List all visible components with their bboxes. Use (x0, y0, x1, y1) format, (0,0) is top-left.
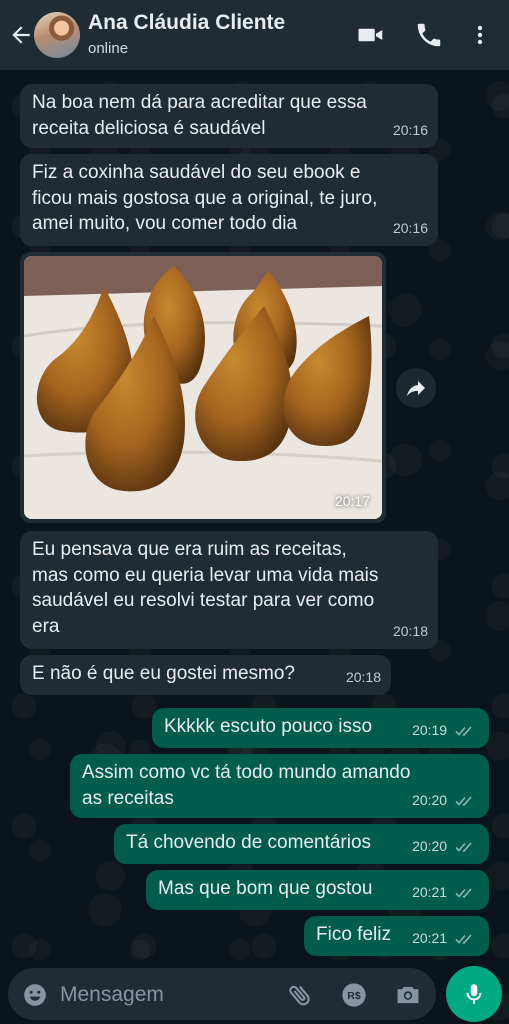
read-receipt-icon (455, 888, 472, 898)
avatar[interactable] (34, 12, 80, 58)
message-bubble-outgoing[interactable]: Assim como vc tá todo mundo amando as re… (70, 754, 489, 818)
message-text: Fiz a coxinha saudável do seu ebook e fi… (32, 162, 378, 234)
camera-icon[interactable] (394, 981, 422, 1009)
message-bubble-incoming[interactable]: E não é que eu gostei mesmo? 20:18 (20, 655, 391, 695)
message-time-status: 20:21 (412, 926, 477, 952)
message-time: 20:20 (412, 791, 448, 808)
contact-name[interactable]: Ana Cláudia Cliente (88, 11, 285, 35)
contact-status: online (88, 40, 129, 57)
message-time: 20:19 (412, 721, 448, 738)
voice-call-icon[interactable] (414, 20, 444, 50)
message-input[interactable] (58, 978, 282, 1012)
message-text: Na boa nem dá para acreditar que essa re… (32, 92, 367, 139)
microphone-icon (466, 984, 482, 1004)
message-composer: R$ (8, 968, 436, 1020)
message-time: 20:18 (345, 668, 381, 685)
image-message[interactable]: 20:17 (20, 252, 386, 523)
read-receipt-icon (455, 726, 472, 736)
forward-button[interactable] (396, 368, 436, 408)
message-time: 20:16 (392, 219, 428, 236)
coxinha-photo[interactable]: 20:17 (24, 256, 382, 519)
message-bubble-outgoing[interactable]: Fico feliz 20:21 (304, 916, 489, 956)
message-time: 20:20 (412, 837, 448, 854)
message-bubble-incoming[interactable]: Eu pensava que era ruim as receitas, mas… (20, 531, 438, 649)
read-receipt-icon (455, 842, 472, 852)
message-text: Eu pensava que era ruim as receitas, mas… (32, 539, 379, 637)
message-time-status: 20:21 (412, 880, 477, 906)
message-bubble-outgoing[interactable]: Tá chovendo de comentários 20:20 (114, 824, 489, 864)
message-time: 20:17 (334, 493, 370, 509)
message-time-status: 20:20 (412, 834, 477, 860)
message-time: 20:21 (412, 929, 448, 946)
video-call-icon[interactable] (356, 20, 386, 50)
read-receipt-icon (455, 796, 472, 806)
chat-header: Ana Cláudia Cliente online (0, 0, 509, 70)
coxinha-image (24, 256, 382, 519)
message-time-status: 20:20 (412, 788, 477, 814)
emoji-icon[interactable] (22, 982, 48, 1008)
message-text: E não é que eu gostei mesmo? (32, 663, 296, 684)
more-options-icon[interactable] (468, 20, 492, 50)
read-receipt-icon (455, 934, 472, 944)
message-time: 20:16 (392, 121, 428, 138)
attach-icon[interactable] (286, 981, 314, 1009)
voice-message-button[interactable] (446, 966, 502, 1022)
svg-text:R$: R$ (347, 990, 361, 1002)
message-time: 20:21 (412, 883, 448, 900)
message-bubble-incoming[interactable]: Na boa nem dá para acreditar que essa re… (20, 84, 438, 148)
forward-icon (407, 381, 425, 396)
message-time-status: 20:19 (412, 718, 477, 744)
payment-icon[interactable]: R$ (340, 981, 368, 1009)
message-bubble-outgoing[interactable]: Kkkkk escuto pouco isso 20:19 (152, 708, 489, 748)
message-time: 20:18 (392, 622, 428, 639)
message-bubble-incoming[interactable]: Fiz a coxinha saudável do seu ebook e fi… (20, 154, 438, 246)
message-bubble-outgoing[interactable]: Mas que bom que gostou 20:21 (146, 870, 489, 910)
back-arrow-icon[interactable] (8, 22, 34, 48)
